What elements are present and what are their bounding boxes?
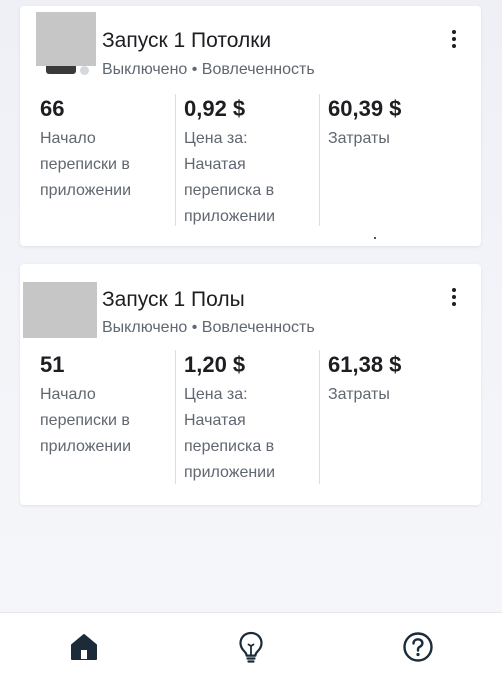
dust-speck bbox=[374, 237, 376, 239]
metric-results: 51 Начало переписки в приложении bbox=[20, 350, 164, 484]
more-vertical-icon[interactable] bbox=[451, 30, 457, 48]
metric-value: 60,39 $ bbox=[328, 96, 402, 121]
metric-label: Начало переписки в приложении bbox=[40, 130, 132, 199]
metric-label: Цена за: Начатая переписка в приложении bbox=[184, 386, 276, 481]
bottom-navigation bbox=[0, 612, 502, 700]
campaign-thumbnail-edge bbox=[46, 66, 76, 74]
campaign-status: Выключено • Вовлеченность bbox=[102, 61, 315, 78]
status-dot bbox=[80, 66, 89, 75]
metric-spend: 61,38 $ Затраты bbox=[308, 350, 452, 484]
metric-label: Затраты bbox=[328, 386, 390, 403]
metric-results: 66 Начало переписки в приложении bbox=[20, 94, 164, 226]
more-vertical-icon[interactable] bbox=[451, 288, 457, 306]
campaign-thumbnail bbox=[36, 12, 96, 66]
lightbulb-icon[interactable] bbox=[231, 627, 271, 667]
campaign-card[interactable]: Запуск 1 Полы Выключено • Вовлеченность … bbox=[20, 264, 481, 505]
question-circle-icon[interactable] bbox=[398, 627, 438, 667]
metric-cost-per-result: 1,20 $ Цена за: Начатая переписка в прил… bbox=[164, 350, 308, 484]
campaign-title[interactable]: Запуск 1 Потолки bbox=[102, 29, 271, 53]
campaign-status: Выключено • Вовлеченность bbox=[102, 319, 315, 336]
metric-value: 51 bbox=[40, 352, 65, 377]
campaign-metrics: 51 Начало переписки в приложении 1,20 $ … bbox=[20, 350, 481, 484]
metric-cost-per-result: 0,92 $ Цена за: Начатая переписка в прил… bbox=[164, 94, 308, 226]
metric-label: Начало переписки в приложении bbox=[40, 386, 132, 455]
metric-label: Цена за: Начатая переписка в приложении bbox=[184, 130, 276, 225]
campaign-thumbnail bbox=[23, 282, 97, 338]
campaign-title[interactable]: Запуск 1 Полы bbox=[102, 288, 245, 312]
metric-value: 66 bbox=[40, 96, 65, 121]
metric-value: 61,38 $ bbox=[328, 352, 402, 377]
metric-spend: 60,39 $ Затраты bbox=[308, 94, 452, 226]
campaign-card[interactable]: Запуск 1 Потолки Выключено • Вовлеченнос… bbox=[20, 6, 481, 246]
campaign-metrics: 66 Начало переписки в приложении 0,92 $ … bbox=[20, 94, 481, 226]
home-icon[interactable] bbox=[64, 627, 104, 667]
metric-label: Затраты bbox=[328, 130, 390, 147]
metric-value: 1,20 $ bbox=[184, 352, 246, 377]
metric-value: 0,92 $ bbox=[184, 96, 246, 121]
